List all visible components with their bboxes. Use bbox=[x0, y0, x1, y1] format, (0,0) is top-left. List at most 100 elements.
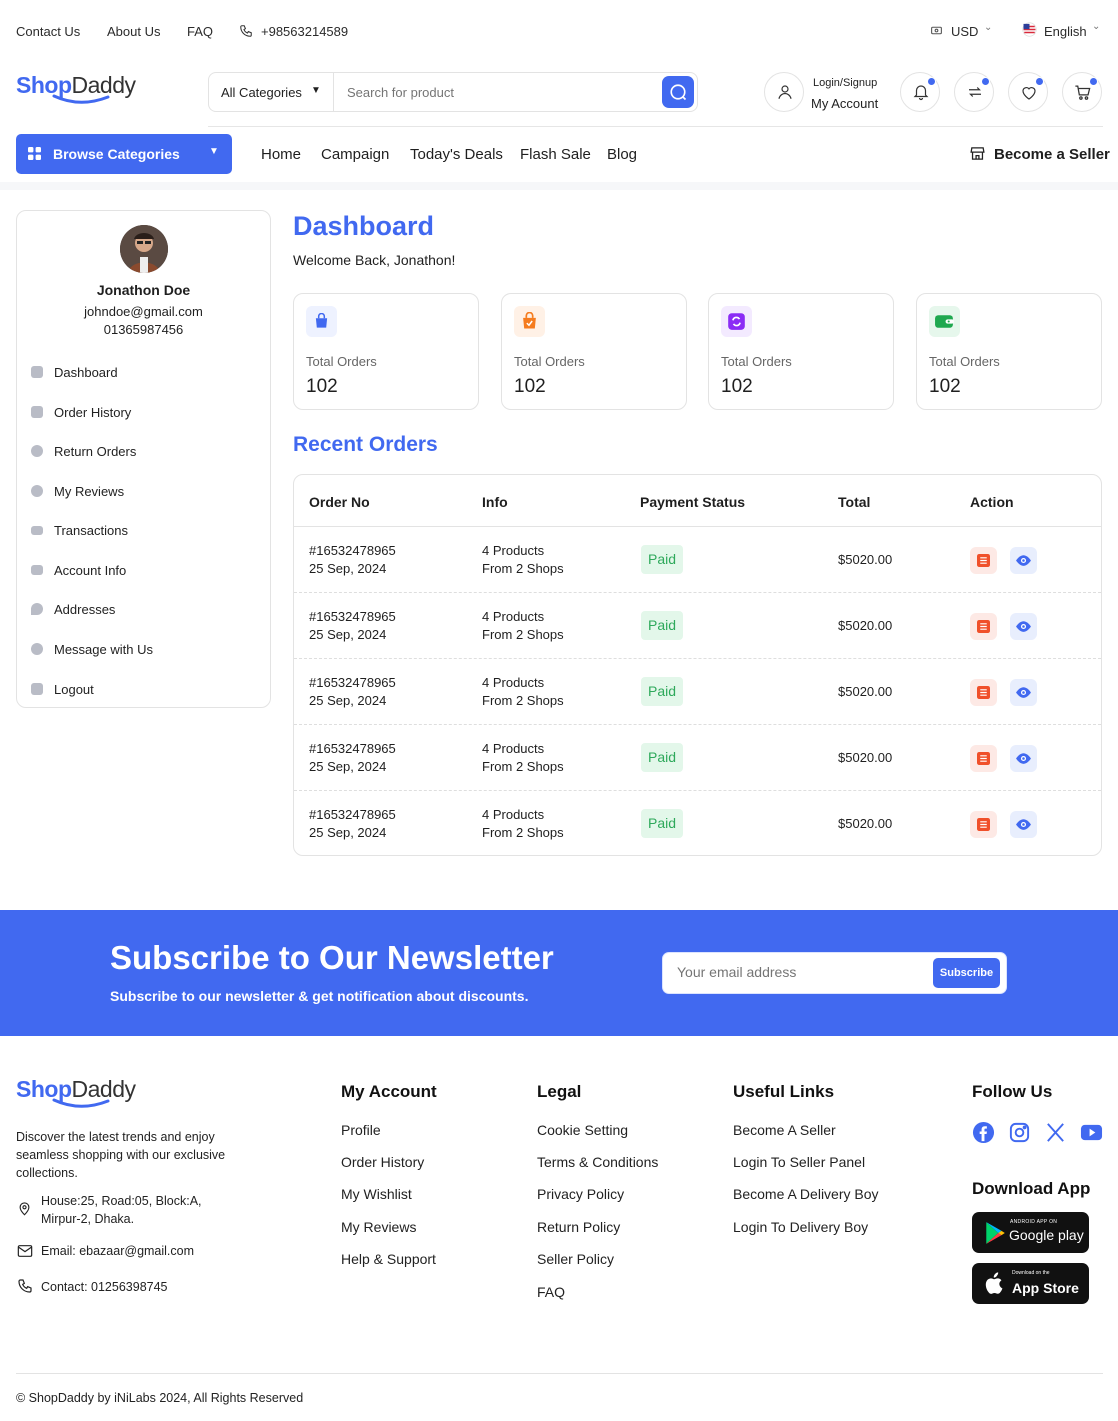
footer-email[interactable]: Email: ebazaar@gmail.com bbox=[41, 1242, 194, 1260]
nav-campaign[interactable]: Campaign bbox=[321, 146, 389, 163]
footer-logo[interactable]: ShopDaddy bbox=[16, 1076, 136, 1108]
sidebar-item-return-orders[interactable]: Return Orders bbox=[31, 441, 136, 461]
footer-link-order-history[interactable]: Order History bbox=[341, 1154, 424, 1170]
newsletter-email-input[interactable] bbox=[677, 964, 917, 980]
logout-icon bbox=[31, 683, 43, 695]
invoice-button[interactable] bbox=[970, 811, 997, 838]
order-total: $5020.00 bbox=[838, 816, 893, 831]
footer-link-faq[interactable]: FAQ bbox=[537, 1284, 565, 1300]
sidebar-item-transactions[interactable]: Transactions bbox=[31, 520, 128, 540]
invoice-button[interactable] bbox=[970, 679, 997, 706]
language-select[interactable]: English bbox=[1044, 24, 1087, 39]
nav-shadow bbox=[0, 182, 1118, 190]
currency-select[interactable]: USD bbox=[951, 24, 978, 39]
google-play-button[interactable]: ANDROID APP ON Google play bbox=[972, 1212, 1089, 1253]
footer-link-delivery-login[interactable]: Login To Delivery Boy bbox=[733, 1219, 868, 1235]
table-row[interactable]: #16532478965 25 Sep, 2024 4 Products From … bbox=[294, 526, 1101, 592]
my-account-link[interactable]: My Account bbox=[811, 96, 878, 111]
login-signup-link[interactable]: Login/Signup bbox=[813, 77, 877, 89]
footer-link-privacy[interactable]: Privacy Policy bbox=[537, 1186, 624, 1202]
browse-categories-button[interactable]: Browse Categories ▼ bbox=[16, 134, 232, 174]
footer-link-profile[interactable]: Profile bbox=[341, 1122, 381, 1138]
order-shops: From 2 Shops bbox=[482, 693, 564, 708]
phone-icon bbox=[17, 1278, 33, 1297]
cart-icon[interactable] bbox=[1062, 72, 1102, 112]
view-button[interactable] bbox=[1010, 679, 1037, 706]
app-store-button[interactable]: Download on the App Store bbox=[972, 1263, 1089, 1304]
col-action: Action bbox=[970, 494, 1014, 510]
footer-link-seller-policy[interactable]: Seller Policy bbox=[537, 1251, 614, 1267]
view-button[interactable] bbox=[1010, 613, 1037, 640]
sidebar-item-label: Dashboard bbox=[54, 364, 118, 380]
footer-my-account-title: My Account bbox=[341, 1082, 437, 1101]
footer-link-reviews[interactable]: My Reviews bbox=[341, 1219, 416, 1235]
col-total: Total bbox=[838, 494, 871, 510]
invoice-button[interactable] bbox=[970, 613, 997, 640]
sidebar-item-order-history[interactable]: Order History bbox=[31, 402, 131, 422]
bell-icon[interactable] bbox=[900, 72, 940, 112]
stat-label: Total Orders bbox=[514, 354, 585, 369]
sidebar-item-my-reviews[interactable]: My Reviews bbox=[31, 481, 124, 501]
compare-icon[interactable] bbox=[954, 72, 994, 112]
about-us-link[interactable]: About Us bbox=[107, 24, 160, 39]
view-button[interactable] bbox=[1010, 745, 1037, 772]
nav-blog[interactable]: Blog bbox=[607, 146, 637, 163]
status-badge: Paid bbox=[641, 677, 683, 706]
sidebar-item-account-info[interactable]: Account Info bbox=[31, 560, 126, 580]
sidebar-item-message[interactable]: Message with Us bbox=[31, 639, 153, 659]
footer-link-wishlist[interactable]: My Wishlist bbox=[341, 1186, 412, 1202]
contact-us-link[interactable]: Contact Us bbox=[16, 24, 80, 39]
browse-caret-icon: ▼ bbox=[209, 146, 219, 157]
invoice-button[interactable] bbox=[970, 547, 997, 574]
search-input[interactable] bbox=[347, 82, 647, 102]
subscribe-button[interactable]: Subscribe bbox=[933, 958, 1000, 988]
invoice-button[interactable] bbox=[970, 745, 997, 772]
currency-chevron-icon[interactable]: ⌄ bbox=[984, 22, 992, 33]
brand-logo[interactable]: ShopDaddy bbox=[16, 72, 136, 104]
category-select[interactable]: All Categories bbox=[221, 85, 302, 100]
footer-link-cookie[interactable]: Cookie Setting bbox=[537, 1122, 628, 1138]
footer-link-delivery-boy[interactable]: Become A Delivery Boy bbox=[733, 1186, 879, 1202]
sidebar-item-logout[interactable]: Logout bbox=[31, 679, 94, 699]
orders-table: Order No Info Payment Status Total Actio… bbox=[293, 474, 1102, 856]
search-divider bbox=[333, 73, 334, 111]
facebook-icon[interactable] bbox=[972, 1121, 995, 1147]
heart-icon[interactable] bbox=[1008, 72, 1048, 112]
table-row[interactable]: #16532478965 25 Sep, 2024 4 Products From … bbox=[294, 790, 1101, 855]
nav-todays-deals[interactable]: Today's Deals bbox=[410, 146, 503, 163]
store-icon bbox=[969, 145, 986, 165]
nav-flash-sale[interactable]: Flash Sale bbox=[520, 146, 591, 163]
search-button[interactable] bbox=[662, 76, 694, 108]
language-chevron-icon[interactable]: ⌄ bbox=[1092, 21, 1100, 32]
become-seller-link[interactable]: Become a Seller bbox=[994, 146, 1110, 163]
footer-link-terms[interactable]: Terms & Conditions bbox=[537, 1154, 658, 1170]
instagram-icon[interactable] bbox=[1008, 1121, 1031, 1147]
x-twitter-icon[interactable] bbox=[1044, 1121, 1067, 1147]
view-button[interactable] bbox=[1010, 811, 1037, 838]
newsletter-title: Subscribe to Our Newsletter bbox=[110, 939, 554, 976]
faq-link[interactable]: FAQ bbox=[187, 24, 213, 39]
order-shops: From 2 Shops bbox=[482, 825, 564, 840]
view-button[interactable] bbox=[1010, 547, 1037, 574]
sidebar-item-label: My Reviews bbox=[54, 483, 125, 499]
sidebar-item-addresses[interactable]: Addresses bbox=[31, 599, 115, 619]
footer-link-become-seller[interactable]: Become A Seller bbox=[733, 1122, 836, 1138]
stat-card: Total Orders 102 bbox=[916, 293, 1102, 410]
nav-home[interactable]: Home bbox=[261, 146, 301, 163]
footer-link-seller-panel[interactable]: Login To Seller Panel bbox=[733, 1154, 865, 1170]
footer-useful-title: Useful Links bbox=[733, 1082, 835, 1101]
table-row[interactable]: #16532478965 25 Sep, 2024 4 Products From … bbox=[294, 658, 1101, 724]
order-date: 25 Sep, 2024 bbox=[309, 627, 387, 642]
table-row[interactable]: #16532478965 25 Sep, 2024 4 Products From … bbox=[294, 724, 1101, 790]
table-row[interactable]: #16532478965 25 Sep, 2024 4 Products From … bbox=[294, 592, 1101, 658]
sidebar-item-dashboard[interactable]: Dashboard bbox=[31, 362, 118, 382]
status-badge: Paid bbox=[641, 743, 683, 772]
footer-link-help[interactable]: Help & Support bbox=[341, 1251, 436, 1267]
youtube-icon[interactable] bbox=[1080, 1123, 1103, 1145]
status-badge: Paid bbox=[641, 545, 683, 574]
footer-link-return[interactable]: Return Policy bbox=[537, 1219, 620, 1235]
category-caret-icon[interactable]: ▼ bbox=[311, 85, 321, 96]
user-icon[interactable] bbox=[764, 72, 804, 112]
header-divider bbox=[208, 126, 1103, 127]
newsletter-form: Subscribe bbox=[662, 952, 1007, 994]
